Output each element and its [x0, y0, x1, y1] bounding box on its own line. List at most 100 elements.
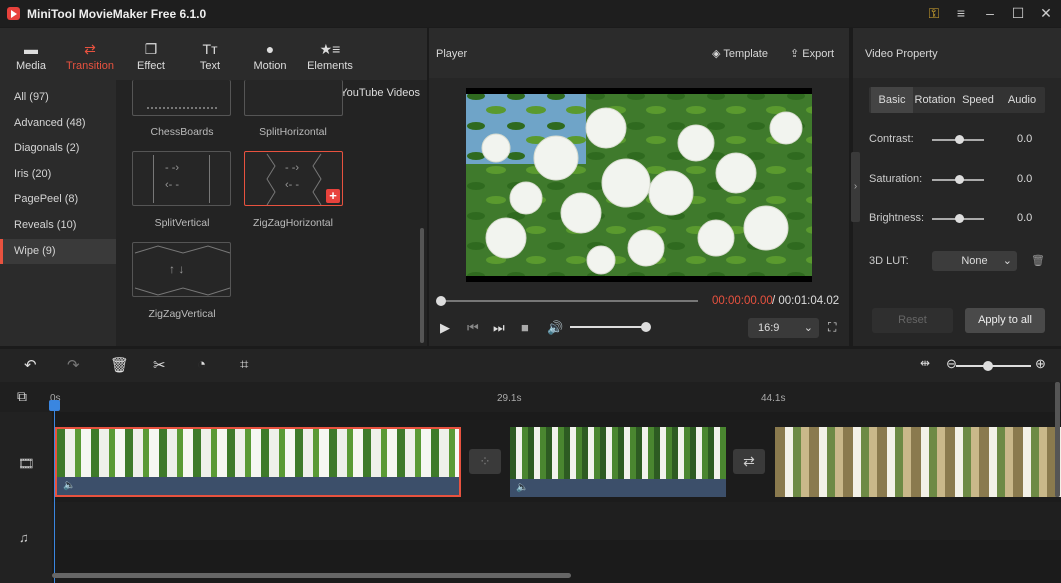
video-clip-1[interactable]: 🔈 [55, 427, 461, 497]
fullscreen-icon[interactable]: ⛶ [828, 320, 836, 335]
apply-to-all-button[interactable]: Apply to all [965, 308, 1045, 333]
timeline-ruler[interactable] [0, 382, 1061, 412]
property-tabs: Basic Rotation Speed Audio [869, 87, 1045, 113]
ruler-label: 29.1s [497, 393, 522, 404]
tab-audio[interactable]: Audio [1001, 87, 1043, 113]
transition-thumb-splithorizontal[interactable] [244, 80, 343, 116]
app-logo-icon [7, 7, 20, 20]
property-title: Video Property [865, 48, 938, 60]
zoom-in-icon[interactable]: ⊕ [1035, 356, 1046, 372]
brightness-slider-knob[interactable] [955, 214, 964, 223]
timeline-horizontal-scrollbar[interactable] [52, 573, 571, 578]
lut-select[interactable]: None ⌄ [932, 251, 1017, 271]
tab-transition[interactable]: ⇄ Transition [61, 28, 119, 80]
category-advanced[interactable]: Advanced (48) [0, 111, 116, 137]
reset-button[interactable]: Reset [872, 308, 953, 333]
tab-elements[interactable]: ★≡ Elements [301, 28, 359, 80]
video-preview [466, 88, 812, 282]
transition-slot-2[interactable]: ⇄ [733, 449, 765, 474]
transition-thumb-zigzaghorizontal[interactable]: - -› ‹- - + [244, 151, 343, 206]
fit-timeline-icon[interactable]: ⇹ [920, 356, 930, 370]
category-all[interactable]: All (97) [0, 85, 116, 111]
aspect-ratio-select[interactable]: 16:9 ⌄ [748, 318, 819, 338]
category-diagonals[interactable]: Diagonals (2) [0, 136, 116, 162]
text-icon: Tт [202, 41, 218, 57]
key-icon[interactable]: ⚿ [924, 4, 944, 22]
previous-frame-button[interactable]: ⏮ [467, 320, 479, 336]
speed-gauge-icon[interactable]: ◔ [197, 356, 206, 373]
music-track [52, 502, 1061, 540]
playback-progress-knob[interactable] [436, 296, 446, 306]
chevron-down-icon: ⌄ [1002, 255, 1012, 267]
next-frame-button[interactable]: ⏭ [493, 320, 505, 336]
volume-slider-knob[interactable] [641, 322, 651, 332]
transition-thumb-zigzagvertical[interactable]: ↑ ↓ [132, 242, 231, 297]
track-header-column: 🎞 ♫ [0, 412, 52, 583]
contrast-value: 0.0 [1017, 133, 1033, 145]
title-bar: MiniTool MovieMaker Free 6.1.0 ⚿ ≡ – ☐ ✕ [0, 0, 1061, 27]
template-button[interactable]: ◈ Template [712, 47, 768, 60]
video-frame-image [466, 94, 812, 276]
category-iris[interactable]: Iris (20) [0, 162, 116, 188]
add-transition-button[interactable]: + [326, 189, 340, 203]
split-scissors-icon[interactable]: ✂ [153, 356, 166, 374]
chevron-right-icon: › [853, 181, 858, 192]
clip-audio-bar: 🔈 [510, 479, 726, 497]
folder-icon: ▬ [24, 41, 38, 57]
transition-grid [116, 80, 427, 346]
tab-rotation[interactable]: Rotation [913, 87, 957, 113]
arrow-left-icon: ‹- - [165, 179, 180, 191]
collapse-panel-button[interactable]: › [851, 152, 860, 222]
menu-icon[interactable]: ≡ [951, 4, 971, 22]
category-wipe[interactable]: Wipe (9) [0, 238, 116, 265]
elements-icon: ★≡ [319, 41, 341, 57]
video-clip-3[interactable] [775, 427, 1061, 497]
tab-text[interactable]: Tт Text [181, 28, 239, 80]
contrast-slider-knob[interactable] [955, 135, 964, 144]
ruler-label: 44.1s [761, 393, 786, 404]
volume-icon[interactable]: 🔊 [547, 320, 563, 336]
tab-effect[interactable]: ❐ Effect [122, 28, 180, 80]
transition-label: ZigZagHorizontal [253, 217, 333, 229]
transition-scrollbar[interactable] [420, 228, 424, 343]
trash-icon[interactable]: 🗑 [1031, 254, 1045, 267]
export-button[interactable]: ⇪ Export [790, 47, 834, 60]
saturation-slider-knob[interactable] [955, 175, 964, 184]
transition-thumb-splitvertical[interactable]: - -› ‹- - [132, 151, 231, 206]
arrow-up-down-icon: ↑ ↓ [169, 262, 185, 276]
crop-icon[interactable]: ⌗ [240, 356, 248, 373]
volume-icon: 🔈 [516, 482, 529, 493]
play-button[interactable]: ▶ [440, 320, 450, 336]
motion-icon: ● [265, 41, 275, 57]
minimize-button[interactable]: – [980, 4, 1000, 22]
tab-motion[interactable]: ● Motion [241, 28, 299, 80]
playhead-handle[interactable] [49, 400, 60, 411]
transition-slot-1[interactable]: ⁘ [469, 449, 501, 474]
video-clip-2[interactable]: 🔈 [510, 427, 726, 497]
arrow-right-icon: - -› [165, 162, 180, 174]
undo-icon[interactable]: ↶ [24, 356, 37, 374]
zoom-out-icon[interactable]: ⊖ [946, 356, 957, 372]
export-icon: ⇪ [790, 48, 803, 60]
category-pagepeel[interactable]: PagePeel (8) [0, 187, 116, 213]
maximize-button[interactable]: ☐ [1008, 4, 1028, 22]
delete-icon[interactable]: 🗑 [110, 356, 129, 374]
redo-icon[interactable]: ↷ [67, 356, 80, 374]
player-title: Player [436, 48, 468, 60]
add-track-icon[interactable]: ⧉ [17, 388, 27, 405]
stop-button[interactable]: ■ [521, 320, 529, 335]
volume-slider-track[interactable] [570, 326, 648, 328]
zoom-slider-knob[interactable] [983, 361, 993, 371]
arrow-left-icon: ‹- - [285, 179, 300, 191]
tab-basic[interactable]: Basic [871, 87, 913, 113]
transition-arrows-icon: ⇄ [84, 41, 96, 57]
playhead-line[interactable] [54, 402, 55, 583]
tab-speed[interactable]: Speed [957, 87, 999, 113]
timeline-vertical-scrollbar[interactable] [1055, 382, 1060, 497]
close-button[interactable]: ✕ [1036, 4, 1056, 22]
playback-progress-track[interactable] [440, 300, 698, 302]
transition-thumb-chessboards[interactable] [132, 80, 231, 116]
tab-media[interactable]: ▬ Media [2, 28, 60, 80]
zoom-slider-track[interactable] [956, 365, 1031, 367]
category-reveals[interactable]: Reveals (10) [0, 213, 116, 239]
